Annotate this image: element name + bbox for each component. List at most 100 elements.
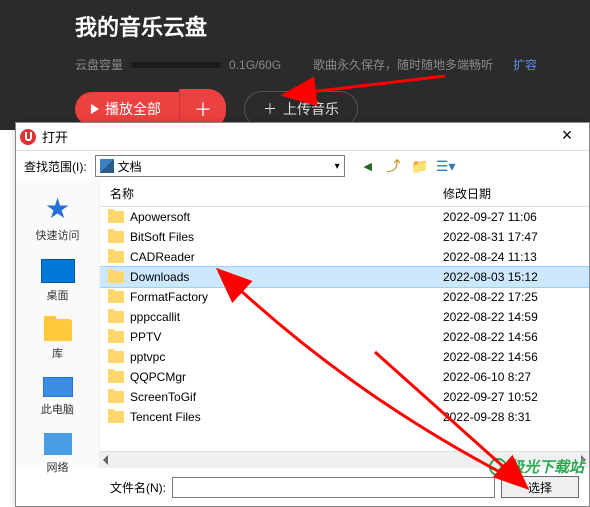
- folder-icon: [108, 291, 124, 303]
- net-icon: [44, 433, 72, 455]
- filename-label: 文件名(N):: [110, 479, 166, 496]
- col-name-header[interactable]: 名称: [100, 185, 443, 202]
- file-name: Apowersoft: [130, 210, 443, 224]
- capacity-label: 云盘容量: [75, 56, 123, 73]
- file-name: CADReader: [130, 250, 443, 264]
- lookin-dropdown[interactable]: 文档 ▾: [95, 155, 345, 177]
- dialog-title: 打开: [42, 127, 549, 146]
- watermark: 极光下载站: [489, 456, 584, 477]
- file-row[interactable]: ScreenToGif2022-09-27 10:52: [100, 387, 589, 407]
- sidebar-item-desktop[interactable]: 桌面: [16, 253, 99, 313]
- select-button[interactable]: 选择: [501, 476, 579, 498]
- documents-icon: [100, 159, 114, 173]
- sidebar-item-label: 网络: [16, 459, 99, 475]
- slogan-text: 歌曲永久保存，随时随地多端畅听: [313, 56, 493, 73]
- file-name: Tencent Files: [130, 410, 443, 424]
- play-all-button[interactable]: 播放全部: [75, 92, 179, 126]
- folder-icon: [108, 311, 124, 323]
- file-date: 2022-08-03 15:12: [443, 270, 589, 284]
- upload-label: 上传音乐: [283, 99, 339, 119]
- lib-icon: [44, 319, 72, 341]
- folder-icon: [108, 211, 124, 223]
- file-row[interactable]: Downloads2022-08-03 15:12: [100, 267, 589, 287]
- folder-icon: [108, 371, 124, 383]
- play-all-label: 播放全部: [105, 99, 161, 119]
- folder-icon: [108, 231, 124, 243]
- file-row[interactable]: BitSoft Files2022-08-31 17:47: [100, 227, 589, 247]
- desktop-icon: [41, 259, 75, 283]
- dialog-titlebar: 打开 ×: [16, 123, 589, 151]
- file-date: 2022-09-27 11:06: [443, 210, 589, 224]
- watermark-logo-icon: [489, 458, 507, 476]
- file-date: 2022-06-10 8:27: [443, 370, 589, 384]
- pc-icon: [43, 377, 73, 397]
- folder-icon: [108, 411, 124, 423]
- file-name: ScreenToGif: [130, 390, 443, 404]
- file-row[interactable]: PPTV2022-08-22 14:56: [100, 327, 589, 347]
- new-folder-icon[interactable]: 📁: [411, 157, 429, 175]
- file-row[interactable]: Tencent Files2022-09-28 8:31: [100, 407, 589, 427]
- capacity-text: 0.1G/60G: [229, 58, 281, 72]
- capacity-row: 云盘容量 0.1G/60G 歌曲永久保存，随时随地多端畅听 扩容: [75, 56, 590, 73]
- app-icon: [20, 129, 36, 145]
- watermark-text: 极光下载站: [509, 456, 584, 477]
- filename-input[interactable]: [172, 477, 495, 498]
- expand-link[interactable]: 扩容: [513, 56, 537, 73]
- file-list[interactable]: Apowersoft2022-09-27 11:06BitSoft Files2…: [100, 207, 589, 451]
- col-date-header[interactable]: 修改日期: [443, 185, 589, 202]
- file-row[interactable]: pppccallit2022-08-22 14:59: [100, 307, 589, 327]
- file-name: BitSoft Files: [130, 230, 443, 244]
- capacity-bar: [131, 62, 221, 68]
- places-sidebar: ★快速访问桌面库此电脑网络: [16, 181, 100, 468]
- file-date: 2022-08-22 17:25: [443, 290, 589, 304]
- sidebar-item-label: 快速访问: [16, 227, 99, 243]
- file-name: PPTV: [130, 330, 443, 344]
- file-area: 名称 修改日期 Apowersoft2022-09-27 11:06BitSof…: [100, 181, 589, 468]
- star-icon: ★: [42, 195, 74, 223]
- file-name: Downloads: [130, 270, 443, 284]
- file-date: 2022-09-27 10:52: [443, 390, 589, 404]
- file-date: 2022-08-31 17:47: [443, 230, 589, 244]
- cloud-music-panel: 我的音乐云盘 云盘容量 0.1G/60G 歌曲永久保存，随时随地多端畅听 扩容 …: [0, 0, 590, 130]
- close-button[interactable]: ×: [549, 123, 585, 151]
- file-row[interactable]: FormatFactory2022-08-22 17:25: [100, 287, 589, 307]
- sidebar-item-star[interactable]: ★ 快速访问: [16, 189, 99, 253]
- file-row[interactable]: CADReader2022-08-24 11:13: [100, 247, 589, 267]
- chevron-down-icon: ▾: [335, 161, 340, 172]
- file-date: 2022-08-22 14:56: [443, 330, 589, 344]
- dialog-toolbar: 查找范围(I): 文档 ▾ ◄ ⤴ 📁 ☰▾: [16, 151, 589, 181]
- file-list-header: 名称 修改日期: [100, 181, 589, 207]
- file-row[interactable]: QQPCMgr2022-06-10 8:27: [100, 367, 589, 387]
- play-icon: [91, 104, 99, 114]
- back-icon[interactable]: ◄: [359, 157, 377, 175]
- file-row[interactable]: Apowersoft2022-09-27 11:06: [100, 207, 589, 227]
- file-date: 2022-08-22 14:59: [443, 310, 589, 324]
- views-icon[interactable]: ☰▾: [437, 157, 455, 175]
- sidebar-item-label: 桌面: [16, 287, 99, 303]
- file-row[interactable]: pptvpc2022-08-22 14:56: [100, 347, 589, 367]
- toolbar-icons: ◄ ⤴ 📁 ☰▾: [359, 157, 455, 175]
- file-date: 2022-09-28 8:31: [443, 410, 589, 424]
- folder-icon: [108, 251, 124, 263]
- file-open-dialog: 打开 × 查找范围(I): 文档 ▾ ◄ ⤴ 📁 ☰▾ ★ 快速访问桌面库此电脑网…: [15, 122, 590, 507]
- file-date: 2022-08-22 14:56: [443, 350, 589, 364]
- file-name: FormatFactory: [130, 290, 443, 304]
- file-name: QQPCMgr: [130, 370, 443, 384]
- page-title: 我的音乐云盘: [75, 10, 590, 42]
- sidebar-item-lib[interactable]: 库: [16, 313, 99, 371]
- up-icon[interactable]: ⤴: [385, 157, 403, 175]
- sidebar-item-pc[interactable]: 此电脑: [16, 371, 99, 427]
- lookin-value: 文档: [118, 158, 142, 175]
- file-name: pppccallit: [130, 310, 443, 324]
- folder-icon: [108, 331, 124, 343]
- lookin-label: 查找范围(I):: [24, 158, 87, 175]
- sidebar-item-net[interactable]: 网络: [16, 427, 99, 485]
- plus-icon: ＋: [263, 99, 277, 119]
- folder-icon: [108, 351, 124, 363]
- folder-icon: [108, 271, 124, 283]
- sidebar-item-label: 此电脑: [16, 401, 99, 417]
- dialog-body: ★快速访问桌面库此电脑网络 名称 修改日期 Apowersoft2022-09-…: [16, 181, 589, 468]
- folder-icon: [108, 391, 124, 403]
- sidebar-item-label: 库: [16, 345, 99, 361]
- file-date: 2022-08-24 11:13: [443, 250, 589, 264]
